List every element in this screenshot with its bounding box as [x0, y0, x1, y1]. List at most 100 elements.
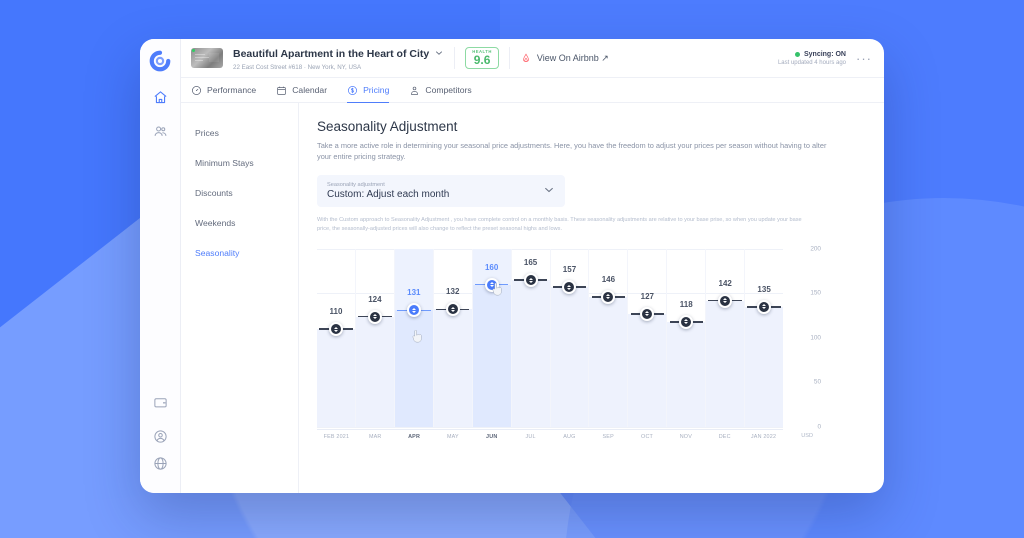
bar-fill: [706, 301, 744, 427]
chart-bar-mar[interactable]: 124: [356, 249, 395, 427]
chart-bar-jul[interactable]: 165: [512, 249, 551, 427]
tab-bar: Performance Calendar Pricing: [181, 77, 884, 103]
bar-value-label: 110: [330, 307, 343, 316]
health-badge: HEALTH 9.6: [465, 47, 499, 70]
rail-globe-item[interactable]: [146, 459, 174, 487]
chart-bar-feb-2021[interactable]: 110: [317, 249, 356, 427]
select-value: Custom: Adjust each month: [327, 189, 543, 200]
property-title: Beautiful Apartment in the Heart of City: [233, 48, 429, 60]
ellipsis-icon[interactable]: ···: [856, 52, 872, 65]
bar-value-label: 132: [446, 287, 459, 296]
rail-home-item[interactable]: [146, 86, 174, 114]
sync-status-block: Syncing: ON Last updated 4 hours ago: [778, 51, 846, 66]
bar-drag-handle[interactable]: [524, 273, 538, 287]
chart-bar-oct[interactable]: 127: [628, 249, 667, 427]
bar-value-label: 146: [602, 275, 615, 284]
bar-drag-handle[interactable]: [757, 300, 771, 314]
chart-x-axis: FEB 2021MARAPRMAYJUNJULAUGSEPOCTNOVDECJA…: [317, 429, 783, 440]
chart-bar-dec[interactable]: 142: [706, 249, 745, 427]
sidebar-item-prices[interactable]: Prices: [195, 121, 298, 151]
chevron-down-icon[interactable]: [434, 45, 444, 63]
chart-bar-nov[interactable]: 118: [667, 249, 706, 427]
calendar-icon: [276, 85, 287, 96]
sidebar-item-discounts[interactable]: Discounts: [195, 181, 298, 211]
rail-wallet-item[interactable]: [146, 391, 174, 419]
bar-drag-handle[interactable]: [485, 278, 499, 292]
chart-bar-jun[interactable]: 160: [473, 249, 512, 427]
chart-bar-jan-2022[interactable]: 135: [745, 249, 783, 427]
sync-status-text: Syncing: ON: [804, 51, 846, 58]
bar-fill: [395, 310, 433, 427]
bar-drag-handle[interactable]: [368, 310, 382, 324]
main-panel: Seasonality Adjustment Take a more activ…: [299, 103, 884, 493]
tab-pricing-label: Pricing: [363, 85, 389, 95]
rail-people-item[interactable]: [146, 120, 174, 148]
chart-bars: 110 124 131 132 160 165 157 146 127 118142135: [317, 249, 783, 427]
sync-status-dot: [795, 52, 800, 57]
app-window: Beautiful Apartment in the Heart of City…: [140, 39, 884, 493]
account-circle-icon: [153, 429, 168, 449]
seasonality-adjustment-select[interactable]: Seasonality adjustment Custom: Adjust ea…: [317, 175, 565, 207]
x-axis-tick: JUL: [511, 434, 550, 440]
tab-performance[interactable]: Performance: [191, 78, 256, 102]
tab-calendar[interactable]: Calendar: [276, 78, 327, 102]
bar-value-label: 131: [407, 288, 420, 297]
x-axis-tick: NOV: [666, 434, 705, 440]
chart-bar-may[interactable]: 132: [434, 249, 473, 427]
y-axis-tick: 0: [817, 423, 821, 430]
chart-y-unit: USD: [801, 433, 813, 439]
header-divider-2: [509, 47, 510, 69]
helper-text: With the Custom approach to Seasonality …: [317, 216, 811, 235]
y-axis-tick: 100: [810, 334, 821, 341]
chart-bar-aug[interactable]: 157: [551, 249, 590, 427]
page-description: Take a more active role in determining y…: [317, 140, 837, 163]
tab-calendar-label: Calendar: [292, 85, 327, 95]
property-title-row[interactable]: Beautiful Apartment in the Heart of City: [233, 45, 444, 63]
bar-value-label: 127: [641, 292, 654, 301]
rail-account-item[interactable]: [146, 425, 174, 453]
health-score: 9.6: [472, 54, 492, 67]
sidebar-item-weekends[interactable]: Weekends: [195, 211, 298, 241]
bar-drag-handle[interactable]: [718, 294, 732, 308]
bar-fill: [473, 285, 511, 427]
bar-value-label: 124: [368, 295, 381, 304]
sidebar-item-seasonality[interactable]: Seasonality: [195, 241, 298, 271]
header-right: Syncing: ON Last updated 4 hours ago ···: [778, 51, 872, 66]
chevron-down-icon[interactable]: [543, 184, 555, 198]
page-title: Seasonality Adjustment: [317, 119, 864, 134]
chart-bar-apr[interactable]: 131: [395, 249, 434, 427]
globe-icon: [153, 456, 168, 476]
gridline: [317, 427, 783, 428]
icon-rail: [140, 39, 181, 493]
people-icon: [153, 124, 168, 144]
y-axis-tick: 50: [814, 379, 821, 386]
property-address: 22 East Cost Street #618 · New York, NY,…: [233, 64, 444, 71]
property-thumbnail[interactable]: [191, 48, 223, 68]
wallet-icon: [153, 395, 168, 415]
header-divider-1: [454, 47, 455, 69]
tab-competitors[interactable]: Competitors: [409, 78, 471, 102]
x-axis-tick: DEC: [705, 434, 744, 440]
x-axis-tick: MAR: [356, 434, 395, 440]
bar-value-label: 157: [563, 265, 576, 274]
x-axis-tick: AUG: [550, 434, 589, 440]
view-on-airbnb-link[interactable]: View On Airbnb ↗: [520, 51, 609, 65]
select-texts: Seasonality adjustment Custom: Adjust ea…: [327, 182, 543, 200]
select-label: Seasonality adjustment: [327, 182, 543, 188]
chart-y-axis: 200150100500: [791, 249, 821, 427]
bar-fill: [745, 307, 783, 427]
dollar-circle-icon: [347, 85, 358, 96]
x-axis-tick: MAY: [433, 434, 472, 440]
chart-bar-sep[interactable]: 146: [589, 249, 628, 427]
x-axis-tick: FEB 2021: [317, 434, 356, 440]
tab-pricing[interactable]: Pricing: [347, 78, 389, 102]
ring-logo-icon[interactable]: [149, 50, 171, 72]
settings-side-nav: Prices Minimum Stays Discounts Weekends …: [181, 103, 299, 493]
bar-fill: [628, 314, 666, 427]
speedometer-icon: [191, 85, 202, 96]
bar-drag-handle[interactable]: [329, 322, 343, 336]
sidebar-item-minimum-stays[interactable]: Minimum Stays: [195, 151, 298, 181]
sync-status-row: Syncing: ON: [778, 51, 846, 58]
bar-value-label: 165: [524, 258, 537, 267]
bar-value-label: 160: [485, 263, 498, 272]
